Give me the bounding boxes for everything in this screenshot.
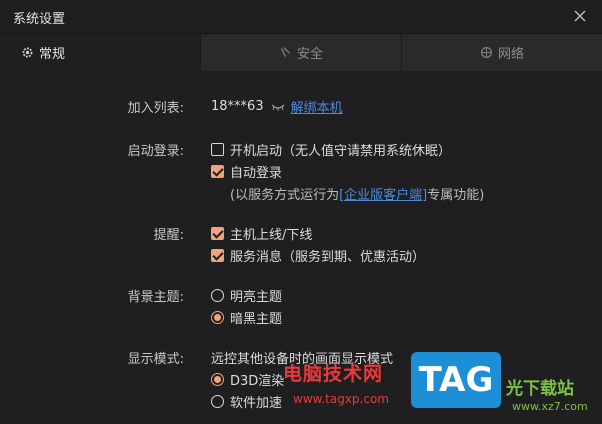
unbind-link[interactable]: 解绑本机	[291, 97, 343, 116]
watermark-text: 电脑技术网	[283, 363, 384, 385]
join-list-label: 加入列表:	[127, 101, 184, 116]
close-button[interactable]	[572, 8, 588, 24]
reminder-label: 提醒:	[153, 228, 184, 243]
enterprise-client-link[interactable]: [企业版客户端]	[339, 184, 427, 203]
globe-icon	[480, 46, 493, 59]
boot-start-checkbox[interactable]	[211, 143, 224, 156]
display-mode-label: 显示模式:	[127, 352, 184, 367]
software-accel-option[interactable]: 软件加速	[211, 392, 282, 411]
auto-login-option[interactable]: 自动登录	[211, 162, 282, 181]
service-message-checkbox[interactable]	[211, 249, 224, 262]
auto-login-text: 自动登录	[230, 166, 283, 181]
shield-icon	[279, 46, 292, 59]
account-id: 18***63	[211, 99, 264, 114]
service-mode-note: (以服务方式运行为 [企业版客户端] 专属功能)	[230, 184, 484, 203]
online-offline-option[interactable]: 主机上线/下线	[211, 224, 312, 243]
theme-dark-text: 暗黑主题	[230, 312, 283, 327]
tab-label: 常规	[39, 47, 66, 62]
tab-label: 网络	[497, 47, 524, 62]
d3d-render-radio[interactable]	[211, 373, 224, 386]
theme-dark-radio[interactable]	[211, 311, 224, 324]
tab-network[interactable]: 网络	[402, 34, 602, 71]
watermark-url: www.tagxp.com	[293, 392, 389, 406]
startup-label: 启动登录:	[127, 144, 184, 159]
tab-bar: 常规 安全 网络	[0, 33, 602, 71]
boot-start-option[interactable]: 开机启动（无人值守请禁用系统休眠）	[211, 140, 451, 159]
title-bar: 系统设置	[0, 0, 602, 33]
window-title: 系统设置	[13, 12, 66, 27]
theme-dark-option[interactable]: 暗黑主题	[211, 308, 282, 327]
theme-light-text: 明亮主题	[230, 290, 283, 305]
theme-light-radio[interactable]	[211, 289, 224, 302]
close-icon	[574, 10, 586, 22]
software-accel-text: 软件加速	[230, 396, 283, 411]
online-offline-text: 主机上线/下线	[230, 228, 313, 243]
d3d-render-option[interactable]: D3D渲染	[211, 370, 284, 389]
service-message-option[interactable]: 服务消息（服务到期、优惠活动）	[211, 246, 425, 265]
theme-label: 背景主题:	[127, 290, 184, 305]
watermark-logo: TAG	[411, 352, 501, 408]
gear-icon	[21, 46, 34, 59]
tab-security[interactable]: 安全	[201, 34, 401, 71]
hidden-eye-icon[interactable]	[271, 103, 285, 111]
watermark-site-url: www.xz7.com	[512, 400, 588, 413]
auto-login-checkbox[interactable]	[211, 165, 224, 178]
watermark-site: 光下载站	[506, 379, 574, 399]
theme-light-option[interactable]: 明亮主题	[211, 286, 282, 305]
service-message-text: 服务消息（服务到期、优惠活动）	[230, 250, 426, 265]
online-offline-checkbox[interactable]	[211, 227, 224, 240]
software-accel-radio[interactable]	[211, 395, 224, 408]
tab-label: 安全	[296, 47, 323, 62]
d3d-render-text: D3D渲染	[230, 374, 285, 389]
join-list-row: 18***63 解绑本机	[211, 97, 343, 116]
boot-start-text: 开机启动（无人值守请禁用系统休眠）	[230, 144, 452, 159]
note-suffix: 专属功能)	[427, 188, 485, 203]
tab-general[interactable]: 常规	[0, 34, 200, 71]
note-prefix: (以服务方式运行为	[230, 188, 340, 203]
